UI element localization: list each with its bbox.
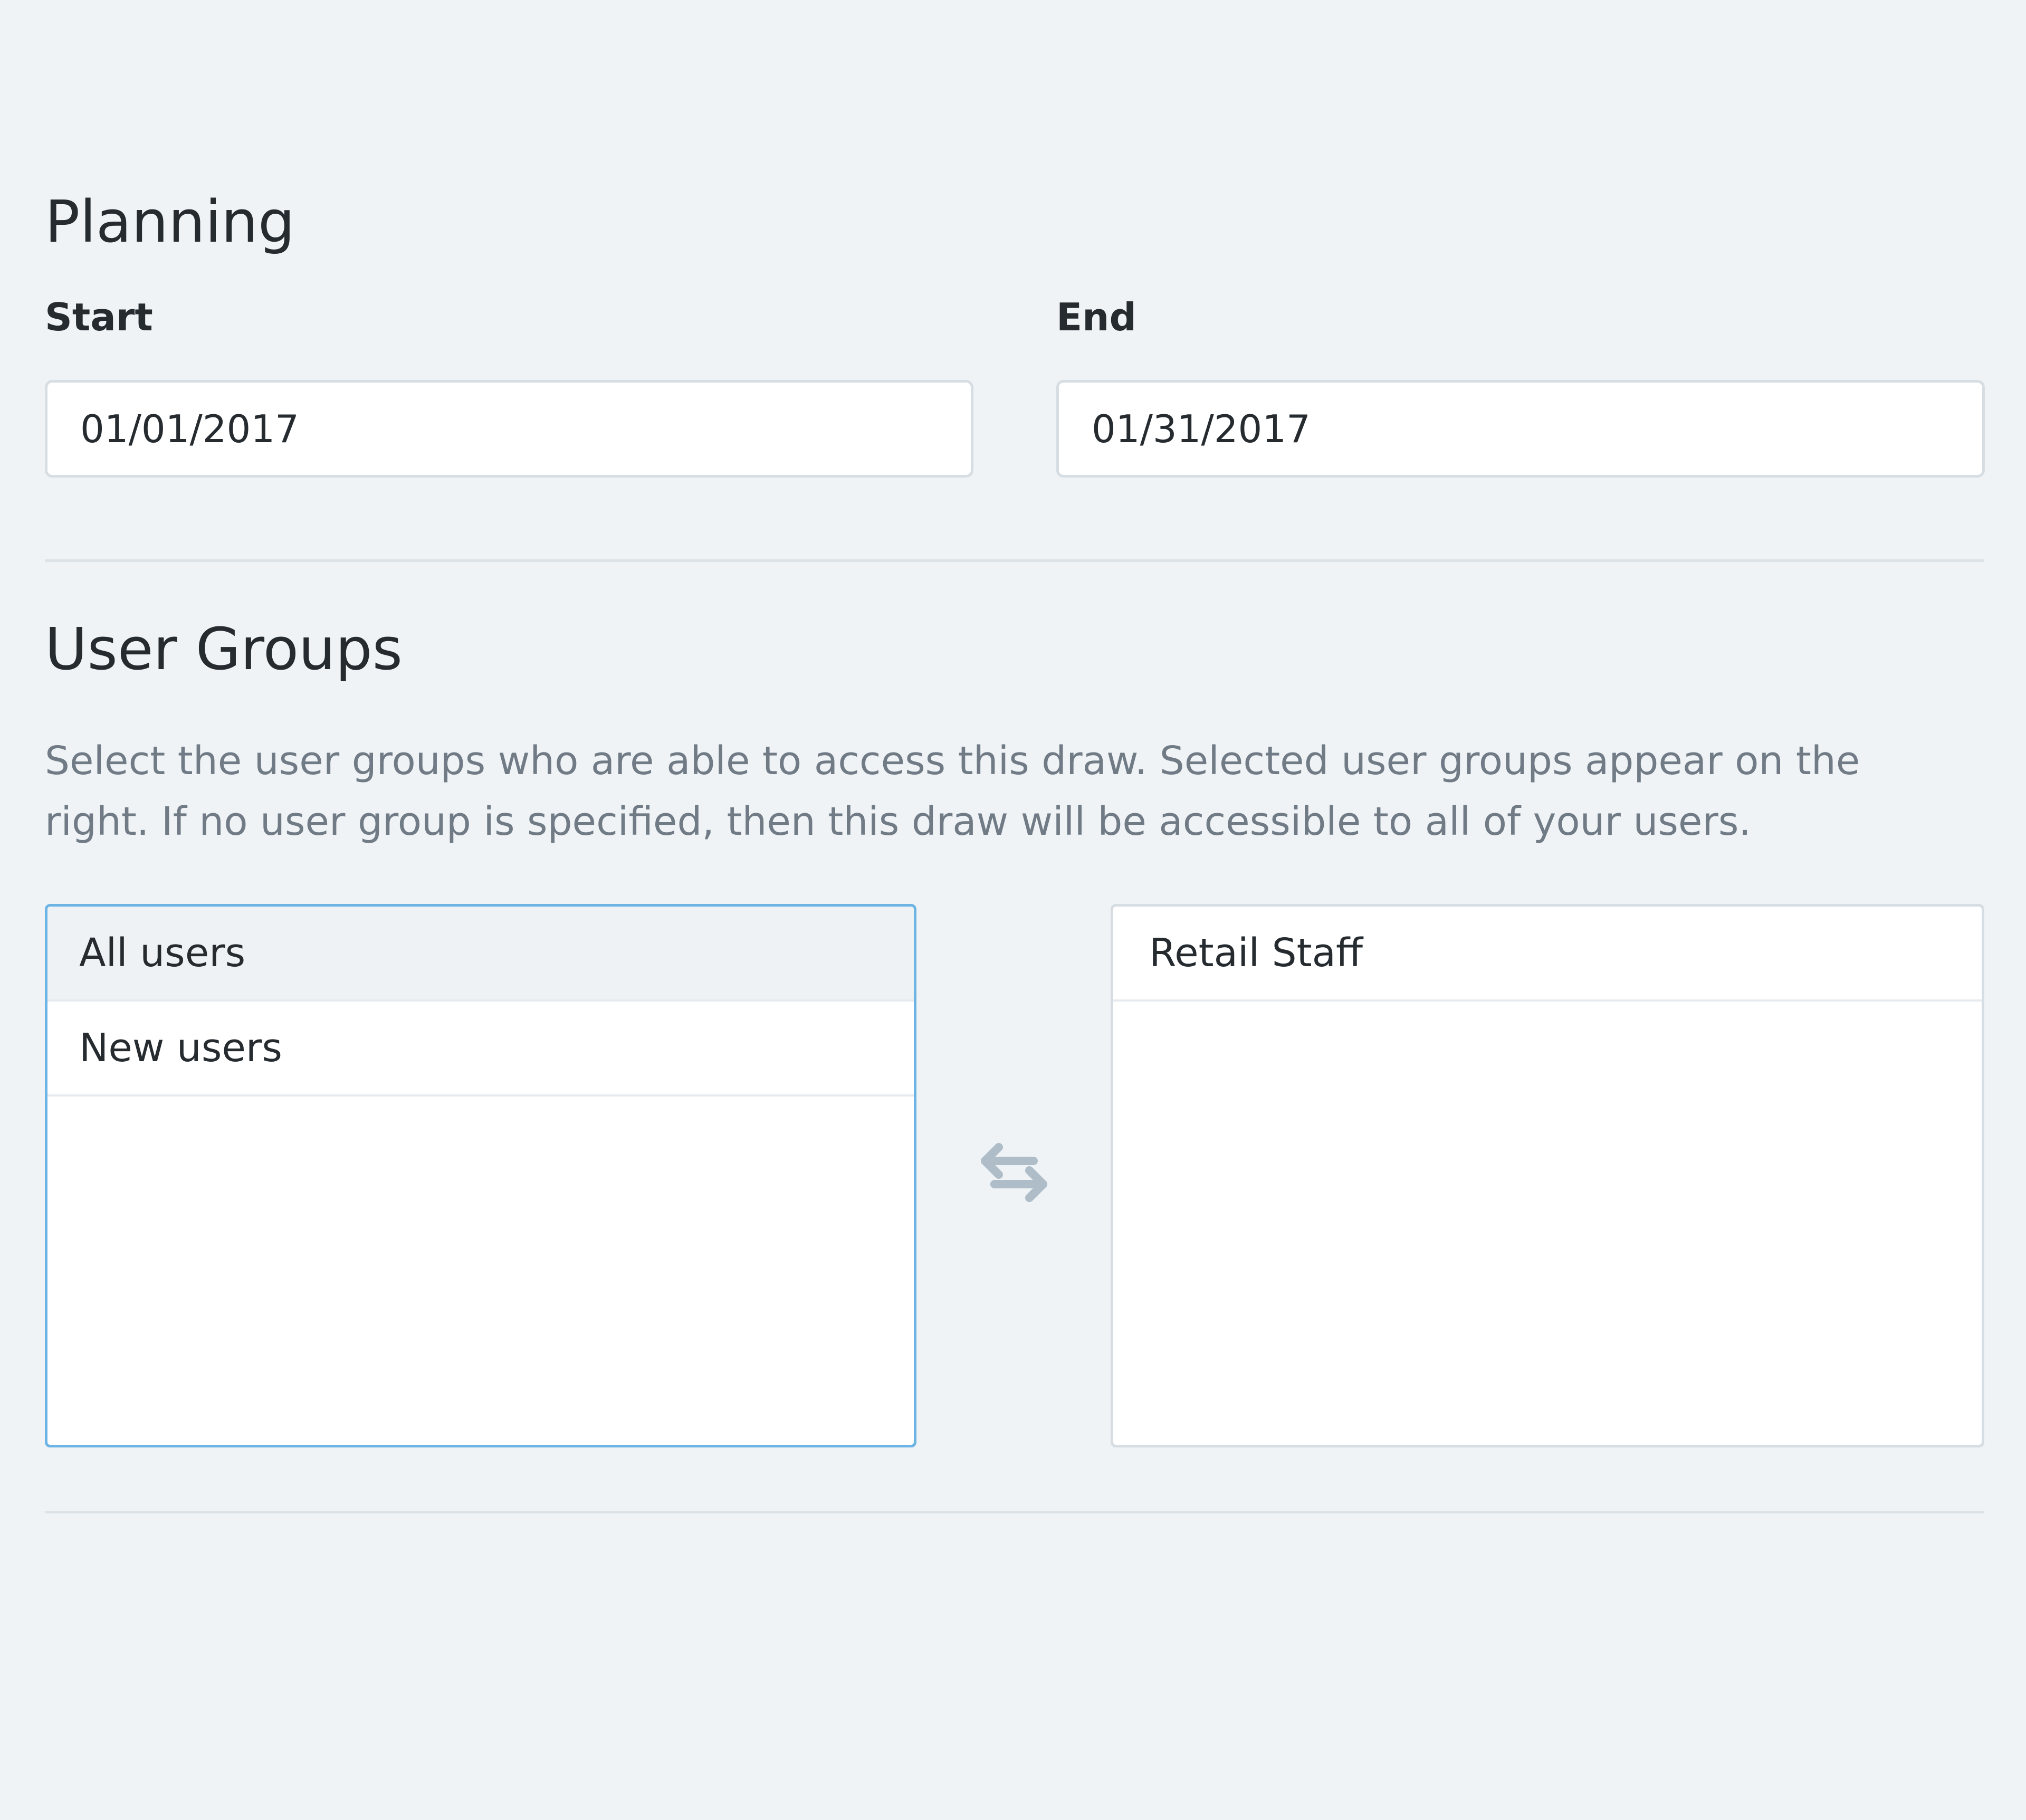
- end-date-label: End: [1056, 295, 1136, 339]
- user-groups-section-title: User Groups: [45, 615, 403, 683]
- section-divider: [45, 559, 1984, 562]
- start-date-input[interactable]: [45, 380, 973, 478]
- user-groups-description: Select the user groups who are able to a…: [45, 738, 1860, 844]
- section-divider: [45, 1511, 1984, 1513]
- list-item-retail-staff[interactable]: Retail Staff: [1113, 907, 1982, 1002]
- draw-settings-form: Planning Start End User Groups Select th…: [45, 0, 1985, 1820]
- available-user-groups-list[interactable]: All users New users: [45, 904, 916, 1447]
- end-date-input[interactable]: [1056, 380, 1985, 478]
- selected-user-groups-list[interactable]: Retail Staff: [1111, 904, 1984, 1447]
- list-item-all-users[interactable]: All users: [47, 907, 914, 1002]
- planning-section-title: Planning: [45, 188, 295, 255]
- list-item-new-users[interactable]: New users: [47, 1002, 914, 1097]
- start-date-label: Start: [45, 295, 153, 339]
- swap-arrows-icon[interactable]: [974, 1141, 1054, 1204]
